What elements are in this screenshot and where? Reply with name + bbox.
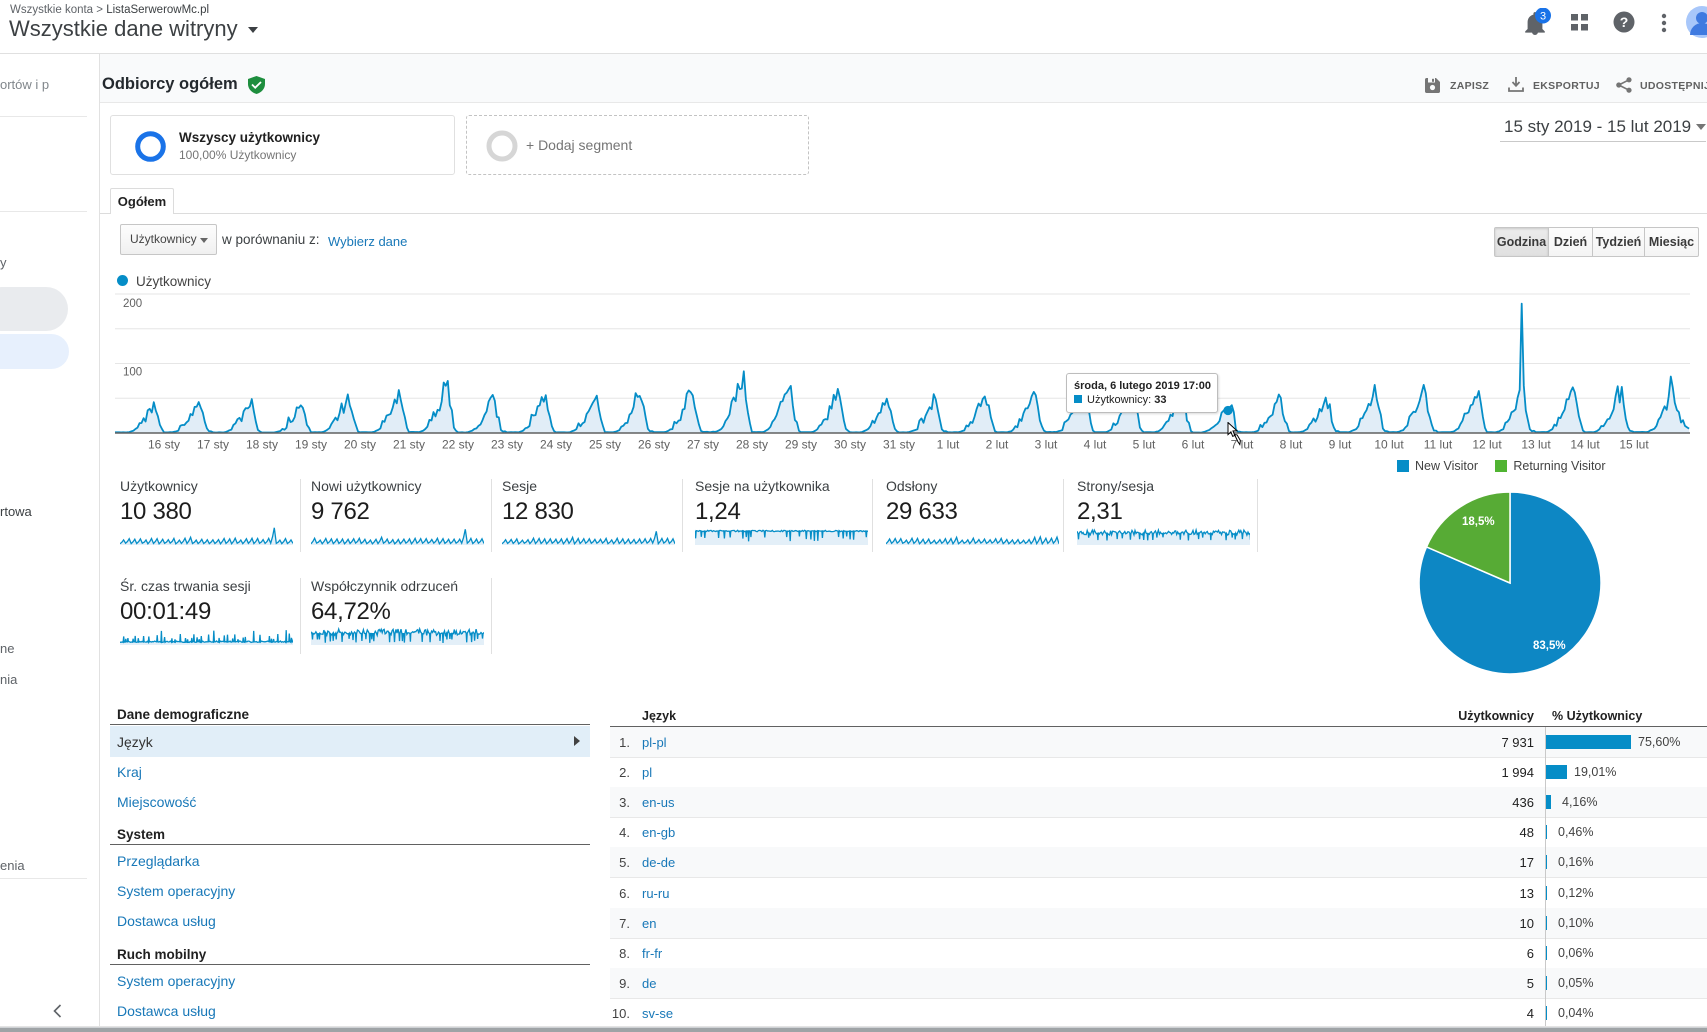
svg-text:5 lut: 5 lut xyxy=(1133,438,1156,452)
svg-text:19 sty: 19 sty xyxy=(295,438,327,452)
svg-text:16 sty: 16 sty xyxy=(148,438,180,452)
svg-text:24 sty: 24 sty xyxy=(540,438,572,452)
svg-text:10 lut: 10 lut xyxy=(1374,438,1404,452)
svg-text:9 lut: 9 lut xyxy=(1329,438,1352,452)
svg-text:25 sty: 25 sty xyxy=(589,438,621,452)
svg-text:3: 3 xyxy=(1540,11,1546,23)
svg-text:14 lut: 14 lut xyxy=(1570,438,1600,452)
svg-text:21 sty: 21 sty xyxy=(393,438,425,452)
svg-text:18 sty: 18 sty xyxy=(246,438,278,452)
svg-text:8 lut: 8 lut xyxy=(1280,438,1303,452)
svg-text:28 sty: 28 sty xyxy=(736,438,768,452)
svg-text:83,5%: 83,5% xyxy=(1533,640,1566,652)
svg-text:100: 100 xyxy=(123,367,142,379)
svg-text:27 sty: 27 sty xyxy=(687,438,719,452)
svg-text:1 lut: 1 lut xyxy=(937,438,960,452)
svg-text:23 sty: 23 sty xyxy=(491,438,523,452)
svg-text:?: ? xyxy=(1620,14,1629,30)
svg-text:13 lut: 13 lut xyxy=(1521,438,1551,452)
svg-text:12 lut: 12 lut xyxy=(1472,438,1502,452)
svg-text:11 lut: 11 lut xyxy=(1424,438,1453,452)
svg-text:15 lut: 15 lut xyxy=(1619,438,1649,452)
svg-text:30 sty: 30 sty xyxy=(834,438,866,452)
svg-text:17 sty: 17 sty xyxy=(197,438,229,452)
svg-text:29 sty: 29 sty xyxy=(785,438,817,452)
svg-text:2 lut: 2 lut xyxy=(986,438,1009,452)
svg-text:18,5%: 18,5% xyxy=(1462,516,1495,528)
svg-text:200: 200 xyxy=(123,298,142,310)
svg-text:26 sty: 26 sty xyxy=(638,438,670,452)
svg-text:3 lut: 3 lut xyxy=(1035,438,1058,452)
svg-text:4 lut: 4 lut xyxy=(1084,438,1107,452)
svg-text:31 sty: 31 sty xyxy=(883,438,915,452)
svg-text:6 lut: 6 lut xyxy=(1182,438,1205,452)
svg-text:20 sty: 20 sty xyxy=(344,438,376,452)
svg-text:22 sty: 22 sty xyxy=(442,438,474,452)
